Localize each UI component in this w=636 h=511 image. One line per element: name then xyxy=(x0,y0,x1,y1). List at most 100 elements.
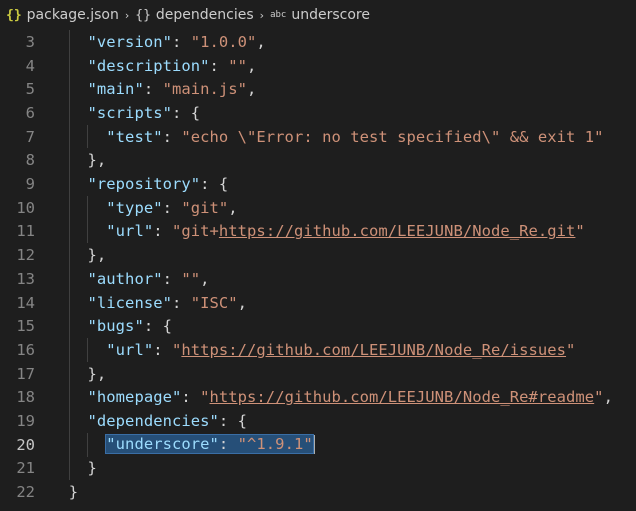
json-punctuation: , xyxy=(247,56,257,75)
code-line[interactable]: 16 "url": "https://github.com/LEEJUNB/No… xyxy=(0,338,636,362)
json-punctuation: }, xyxy=(87,246,107,265)
json-punctuation: : { xyxy=(143,317,172,336)
code-line[interactable]: 21 } xyxy=(0,457,636,481)
json-punctuation: : xyxy=(218,435,238,454)
line-number: 14 xyxy=(16,293,35,312)
json-key: "description" xyxy=(87,56,210,75)
code-line[interactable]: 22 } xyxy=(0,480,636,504)
json-punctuation: : xyxy=(162,198,182,217)
json-punctuation: , xyxy=(603,388,613,407)
chevron-right-icon: › xyxy=(259,8,265,22)
code-text: "underscore": "^1.9.1" xyxy=(50,434,315,455)
line-number: 17 xyxy=(16,364,35,383)
json-key: "version" xyxy=(87,32,172,51)
code-line[interactable]: 11 "url": "git+https://github.com/LEEJUN… xyxy=(0,220,636,244)
code-text: "homepage": "https://github.com/LEEJUNB/… xyxy=(50,388,613,406)
line-number: 21 xyxy=(16,459,35,478)
object-icon: {} xyxy=(135,7,151,23)
breadcrumb-item-symbol[interactable]: {} dependencies xyxy=(135,7,253,23)
line-number: 11 xyxy=(16,222,35,241)
json-key: "dependencies" xyxy=(87,412,219,431)
json-string: " xyxy=(594,388,604,407)
code-line[interactable]: 12 }, xyxy=(0,243,636,267)
json-punctuation: , xyxy=(256,32,266,51)
json-string: "" xyxy=(181,269,201,288)
line-number: 4 xyxy=(25,56,35,75)
breadcrumb-label: dependencies xyxy=(155,7,254,23)
code-text: "description": "", xyxy=(50,56,257,75)
json-string: "ISC" xyxy=(190,293,238,312)
code-text: "url": "git+https://github.com/LEEJUNB/N… xyxy=(50,222,585,240)
line-number: 3 xyxy=(25,32,35,51)
code-line[interactable]: 8 }, xyxy=(0,149,636,173)
code-line[interactable]: 13 "author": "", xyxy=(0,267,636,291)
json-key: "main" xyxy=(87,80,144,99)
json-punctuation: : xyxy=(181,388,201,407)
json-punctuation: : xyxy=(162,127,182,146)
string-icon: abc xyxy=(270,10,287,20)
json-punctuation: : xyxy=(162,269,182,288)
json-link[interactable]: https://github.com/LEEJUNB/Node_Re#readm… xyxy=(210,388,595,406)
json-key: "test" xyxy=(106,127,163,146)
line-number: 16 xyxy=(16,340,35,359)
code-text: } xyxy=(50,459,97,477)
indent-guide xyxy=(68,30,70,481)
json-file-icon: {} xyxy=(6,7,22,23)
code-line[interactable]: 6 "scripts": { xyxy=(0,101,636,125)
json-string: " xyxy=(566,340,576,359)
code-line[interactable]: 9 "repository": { xyxy=(0,172,636,196)
line-number: 7 xyxy=(25,127,35,146)
json-key: "type" xyxy=(106,198,163,217)
code-text: "scripts": { xyxy=(50,104,201,122)
code-text: } xyxy=(50,483,78,501)
json-punctuation: , xyxy=(228,198,238,217)
json-punctuation: , xyxy=(247,80,257,99)
breadcrumb-label: underscore xyxy=(291,7,370,23)
breadcrumb: {} package.json ›{} dependencies › abc undersc… xyxy=(0,0,636,30)
line-number: 10 xyxy=(16,198,35,217)
json-string: "main.js" xyxy=(162,80,248,99)
code-line[interactable]: 19 "dependencies": { xyxy=(0,409,636,433)
code-text: "type": "git", xyxy=(50,199,238,217)
indent-guide xyxy=(87,432,89,457)
code-text: "dependencies": { xyxy=(50,412,247,430)
json-link[interactable]: https://github.com/LEEJUNB/Node_Re.git xyxy=(219,222,576,240)
code-line[interactable]: 7 "test": "echo \"Error: no test specifi… xyxy=(0,125,636,149)
json-string: "1.0.0" xyxy=(190,32,257,51)
code-text: "version": "1.0.0", xyxy=(50,33,266,51)
line-number: 18 xyxy=(16,388,35,407)
line-number: 5 xyxy=(25,80,35,99)
code-line[interactable]: 15 "bugs": { xyxy=(0,314,636,338)
json-key: "underscore" xyxy=(106,435,219,454)
code-text: "license": "ISC", xyxy=(50,294,247,312)
json-string: " xyxy=(575,222,585,241)
json-string: "git+ xyxy=(171,222,219,241)
line-number: 15 xyxy=(16,317,35,336)
json-punctuation: : xyxy=(171,32,191,51)
code-line[interactable]: 5 "main": "main.js", xyxy=(0,77,636,101)
json-key: "license" xyxy=(87,293,172,312)
code-line[interactable]: 4 "description": "", xyxy=(0,54,636,78)
json-link[interactable]: https://github.com/LEEJUNB/Node_Re/issue… xyxy=(181,341,566,359)
indent-guide xyxy=(87,124,89,149)
line-number: 22 xyxy=(16,483,35,502)
json-key: "author" xyxy=(87,269,163,288)
code-line[interactable]: 20 "underscore": "^1.9.1" xyxy=(0,433,636,457)
code-text: }, xyxy=(50,246,107,265)
code-line[interactable]: 17 }, xyxy=(0,362,636,386)
indent-guide xyxy=(87,195,89,244)
code-text: "url": "https://github.com/LEEJUNB/Node_… xyxy=(50,341,575,359)
json-punctuation: : xyxy=(209,56,229,75)
code-text: "main": "main.js", xyxy=(50,80,257,99)
breadcrumb-item-file[interactable]: {} package.json xyxy=(6,7,119,23)
breadcrumb-item-symbol[interactable]: abc underscore xyxy=(270,7,370,23)
json-punctuation: : { xyxy=(200,175,229,194)
code-line[interactable]: 3 "version": "1.0.0", xyxy=(0,30,636,54)
code-line[interactable]: 10 "type": "git", xyxy=(0,196,636,220)
json-punctuation: , xyxy=(200,269,210,288)
code-line[interactable]: 18 "homepage": "https://github.com/LEEJU… xyxy=(0,386,636,410)
code-line[interactable]: 14 "license": "ISC", xyxy=(0,291,636,315)
json-punctuation: }, xyxy=(87,364,107,383)
json-string: "" xyxy=(228,56,248,75)
code-editor[interactable]: 3 "version": "1.0.0", 4 "description": ""… xyxy=(0,30,636,511)
